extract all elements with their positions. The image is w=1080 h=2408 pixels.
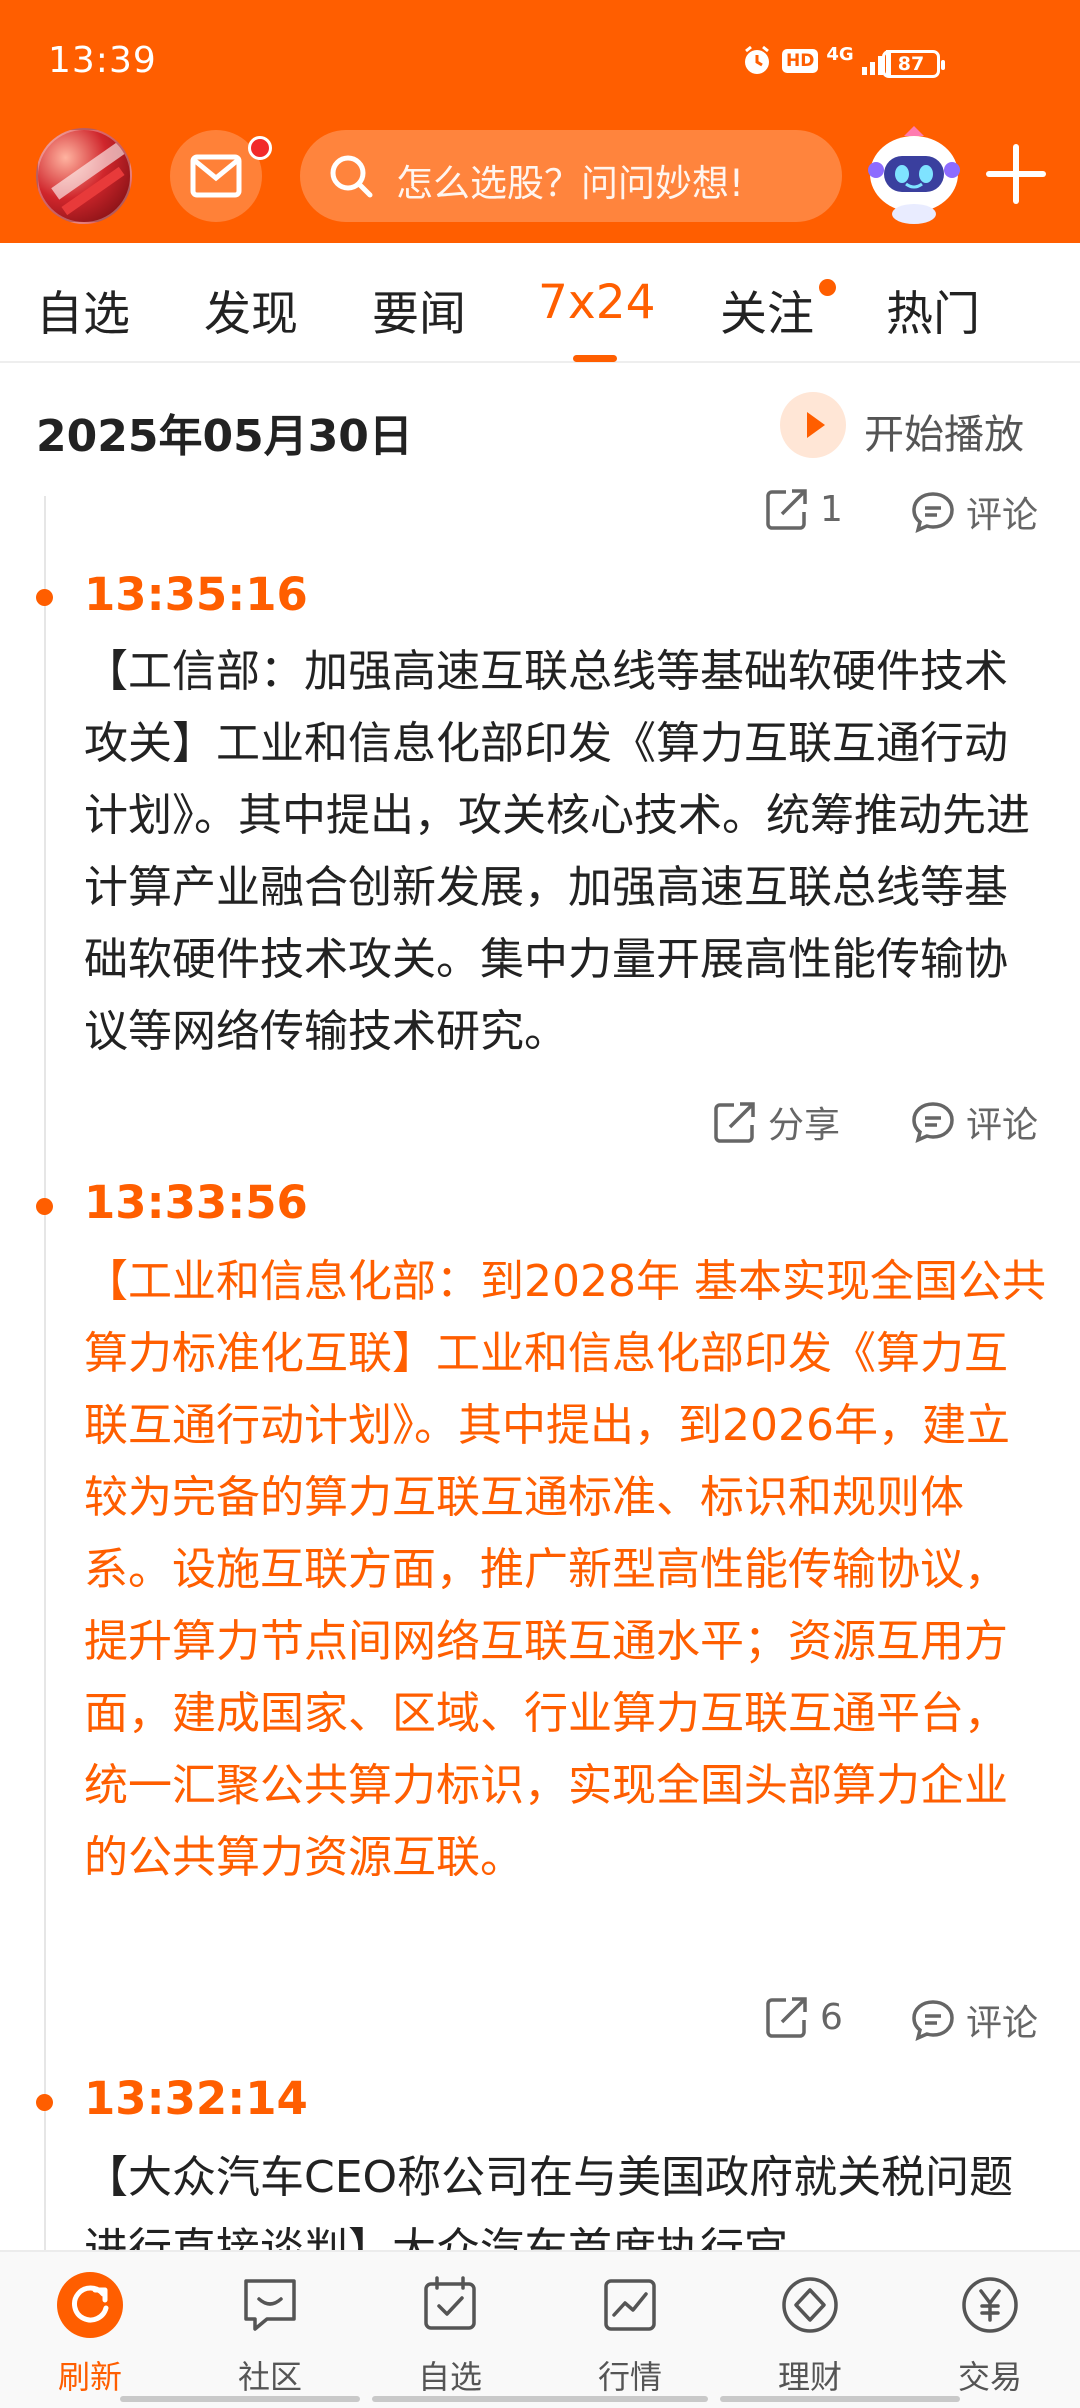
community-icon xyxy=(244,2279,296,2331)
nav-label: 刷新 xyxy=(57,2358,122,2396)
news-time: 13:33:56 xyxy=(84,1176,308,1229)
bottom-navigation: 刷新 社区 自选 行情 理财 交易 xyxy=(0,2250,1080,2408)
share-count: 1 xyxy=(820,488,843,530)
user-avatar[interactable] xyxy=(36,128,132,224)
status-icons: HD 4G xyxy=(740,44,896,78)
status-bar: 13:39 HD 4G 87 xyxy=(0,0,1080,120)
mail-notification-dot xyxy=(248,136,272,160)
news-text[interactable]: 【工信部：加强高速互联总线等基础软硬件技术攻关】工业和信息化部印发《算力互联互通… xyxy=(84,636,1048,1068)
comment-icon xyxy=(912,1102,954,1144)
wealth-icon xyxy=(782,2277,838,2333)
add-button[interactable] xyxy=(986,144,1046,204)
timeline-dot xyxy=(36,2094,53,2111)
date-label: 2025年05月30日 xyxy=(36,411,413,462)
play-label[interactable]: 开始播放 xyxy=(864,402,1024,460)
ai-assistant-robot-icon[interactable] xyxy=(862,122,966,226)
nav-wealth[interactable]: 理财 xyxy=(720,2252,900,2408)
mail-icon xyxy=(190,154,242,198)
following-notification-dot xyxy=(819,279,836,296)
news-time: 13:35:16 xyxy=(84,568,308,621)
hd-badge: HD xyxy=(782,49,819,73)
news-text-highlighted[interactable]: 【工业和信息化部：到2028年 基本实现全国公共算力标准化互联】工业和信息化部印… xyxy=(84,1246,1048,1894)
comment-button[interactable]: 评论 xyxy=(910,1994,1038,2046)
status-time: 13:39 xyxy=(48,40,157,81)
nav-label: 理财 xyxy=(777,2358,842,2396)
nav-label: 交易 xyxy=(957,2358,1022,2396)
search-placeholder: 怎么选股？问问妙想! xyxy=(396,162,744,205)
tab-headlines[interactable]: 要闻 xyxy=(372,275,466,344)
refresh-icon xyxy=(57,2272,123,2338)
alarm-icon xyxy=(745,45,769,74)
timeline-dot xyxy=(36,1198,53,1215)
category-tabs: 自选 发现 要闻 7x24 关注 热门 xyxy=(0,243,1080,363)
share-icon xyxy=(766,489,807,530)
nav-trade[interactable]: 交易 xyxy=(900,2252,1080,2408)
tab-discover[interactable]: 发现 xyxy=(204,275,298,344)
comment-icon xyxy=(912,492,954,534)
market-icon xyxy=(604,2279,656,2331)
home-indicator xyxy=(120,2396,360,2402)
home-indicator xyxy=(720,2396,960,2402)
tab-following[interactable]: 关注 xyxy=(720,275,814,344)
share-label: 分享 xyxy=(768,1105,841,1146)
news-time: 13:32:14 xyxy=(84,2072,308,2125)
share-button[interactable]: 分享 xyxy=(712,1096,840,1148)
comment-icon xyxy=(912,2000,954,2042)
timeline-line xyxy=(44,496,46,2256)
comment-label: 评论 xyxy=(966,2003,1039,2044)
nav-label: 行情 xyxy=(597,2358,662,2396)
share-icon xyxy=(766,1997,807,2038)
nav-market[interactable]: 行情 xyxy=(540,2252,720,2408)
network-label: 4G xyxy=(826,43,854,65)
tab-hot[interactable]: 热门 xyxy=(886,275,980,344)
nav-watchlist[interactable]: 自选 xyxy=(360,2252,540,2408)
search-input[interactable]: 怎么选股？问问妙想! xyxy=(300,130,842,222)
comment-label: 评论 xyxy=(966,1105,1039,1146)
top-header: 13:39 HD 4G 87 怎么选股？问问妙想! xyxy=(0,0,1080,243)
tab-7x24[interactable]: 7x24 xyxy=(538,275,656,330)
share-icon xyxy=(714,1102,755,1143)
nav-community[interactable]: 社区 xyxy=(180,2252,360,2408)
share-button[interactable]: 6 xyxy=(764,1994,843,2040)
trade-icon xyxy=(962,2277,1018,2333)
battery-indicator: 87 xyxy=(882,50,945,78)
tab-watchlist[interactable]: 自选 xyxy=(36,275,130,344)
nav-label: 社区 xyxy=(237,2358,302,2396)
active-tab-indicator xyxy=(573,355,617,362)
comment-label: 评论 xyxy=(966,495,1039,536)
watchlist-icon xyxy=(424,2276,476,2330)
search-icon xyxy=(330,155,373,198)
share-button[interactable]: 1 xyxy=(764,486,843,532)
timeline-dot xyxy=(36,589,53,606)
nav-refresh[interactable]: 刷新 xyxy=(0,2252,180,2408)
comment-button[interactable]: 评论 xyxy=(910,486,1038,538)
play-button[interactable] xyxy=(780,392,846,458)
nav-label: 自选 xyxy=(417,2358,482,2396)
home-indicator xyxy=(372,2396,708,2402)
comment-button[interactable]: 评论 xyxy=(910,1096,1038,1148)
share-count: 6 xyxy=(820,1996,843,2038)
